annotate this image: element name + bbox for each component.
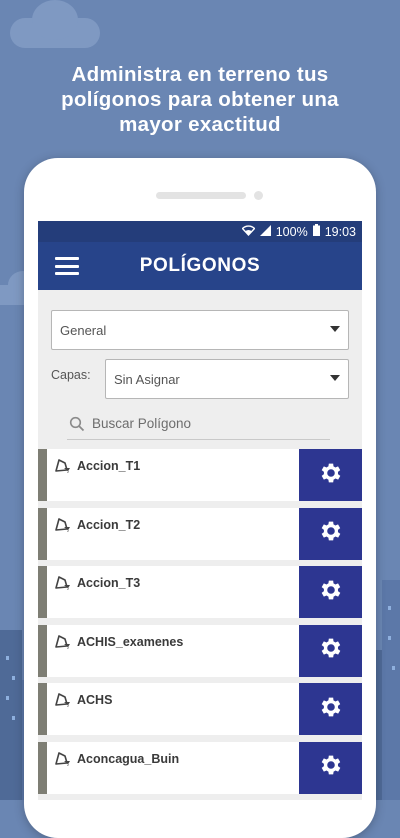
app-bar: POLÍGONOS	[38, 242, 362, 290]
polygon-settings-button[interactable]	[299, 683, 362, 735]
gear-icon	[318, 752, 344, 783]
gear-icon	[318, 694, 344, 725]
polygon-list-item[interactable]: Accion_T2	[38, 507, 362, 560]
chevron-down-icon	[330, 375, 340, 381]
polygon-settings-button[interactable]	[299, 624, 362, 677]
headline-line-1: Administra en terreno tus	[71, 63, 329, 86]
category-select-value: General	[60, 323, 107, 338]
polygon-name: ACHIS_examenes	[77, 634, 184, 649]
phone-screen: 100% 19:03 POLÍGONOS General Capas: Sin …	[38, 221, 362, 800]
row-accent-bar	[38, 741, 47, 794]
polygon-settings-button[interactable]	[299, 741, 362, 794]
polygon-name: Accion_T3	[77, 576, 141, 590]
page-title: POLÍGONOS	[139, 255, 261, 276]
chevron-down-icon	[330, 326, 340, 332]
gear-icon	[318, 635, 344, 666]
capas-select[interactable]: Sin Asignar	[105, 359, 349, 399]
search-icon	[69, 416, 85, 432]
polygon-icon	[54, 458, 72, 479]
row-accent-bar	[38, 566, 47, 618]
category-select[interactable]: General	[51, 310, 349, 350]
gear-icon	[318, 460, 344, 491]
polygon-list-item[interactable]: ACHS	[38, 683, 362, 735]
search-placeholder: Buscar Polígono	[92, 416, 192, 431]
headline-line-3: mayor exactitud	[119, 113, 281, 136]
polygon-list-item[interactable]: Aconcagua_Buin	[38, 741, 362, 794]
row-accent-bar	[38, 449, 47, 501]
polygon-icon	[54, 517, 72, 538]
clock: 19:03	[324, 224, 356, 239]
polygon-settings-button[interactable]	[299, 507, 362, 560]
polygon-list-item[interactable]: Accion_T1	[38, 449, 362, 501]
polygon-name: ACHS	[77, 693, 113, 707]
search-input[interactable]: Buscar Polígono	[67, 413, 330, 440]
polygon-settings-button[interactable]	[299, 566, 362, 618]
gear-icon	[318, 518, 344, 549]
phone-speaker	[156, 192, 246, 199]
polygon-name: Accion_T2	[77, 517, 141, 532]
phone-camera	[254, 191, 263, 200]
status-bar: 100% 19:03	[38, 221, 362, 242]
polygon-icon	[54, 634, 72, 655]
cloud-decoration	[10, 0, 100, 48]
capas-select-value: Sin Asignar	[114, 372, 180, 387]
battery-icon	[312, 224, 320, 239]
promo-headline: Administra en terreno tus polígonos para…	[0, 62, 400, 137]
polygon-name: Aconcagua_Buin	[77, 751, 180, 766]
battery-level: 100%	[275, 224, 308, 239]
row-accent-bar	[38, 507, 47, 560]
polygon-icon	[54, 575, 72, 596]
polygon-icon	[54, 751, 72, 772]
wifi-icon	[241, 224, 256, 239]
row-accent-bar	[38, 683, 47, 735]
gear-icon	[318, 577, 344, 608]
capas-label: Capas:	[51, 368, 91, 382]
polygon-settings-button[interactable]	[299, 449, 362, 501]
polygon-list-item[interactable]: ACHIS_examenes	[38, 624, 362, 677]
polygon-list-item[interactable]: Accion_T3	[38, 566, 362, 618]
row-accent-bar	[38, 624, 47, 677]
polygon-icon	[54, 692, 72, 713]
headline-line-2: polígonos para obtener una	[61, 88, 339, 111]
signal-icon	[259, 224, 271, 239]
polygon-name: Accion_T1	[77, 459, 141, 473]
